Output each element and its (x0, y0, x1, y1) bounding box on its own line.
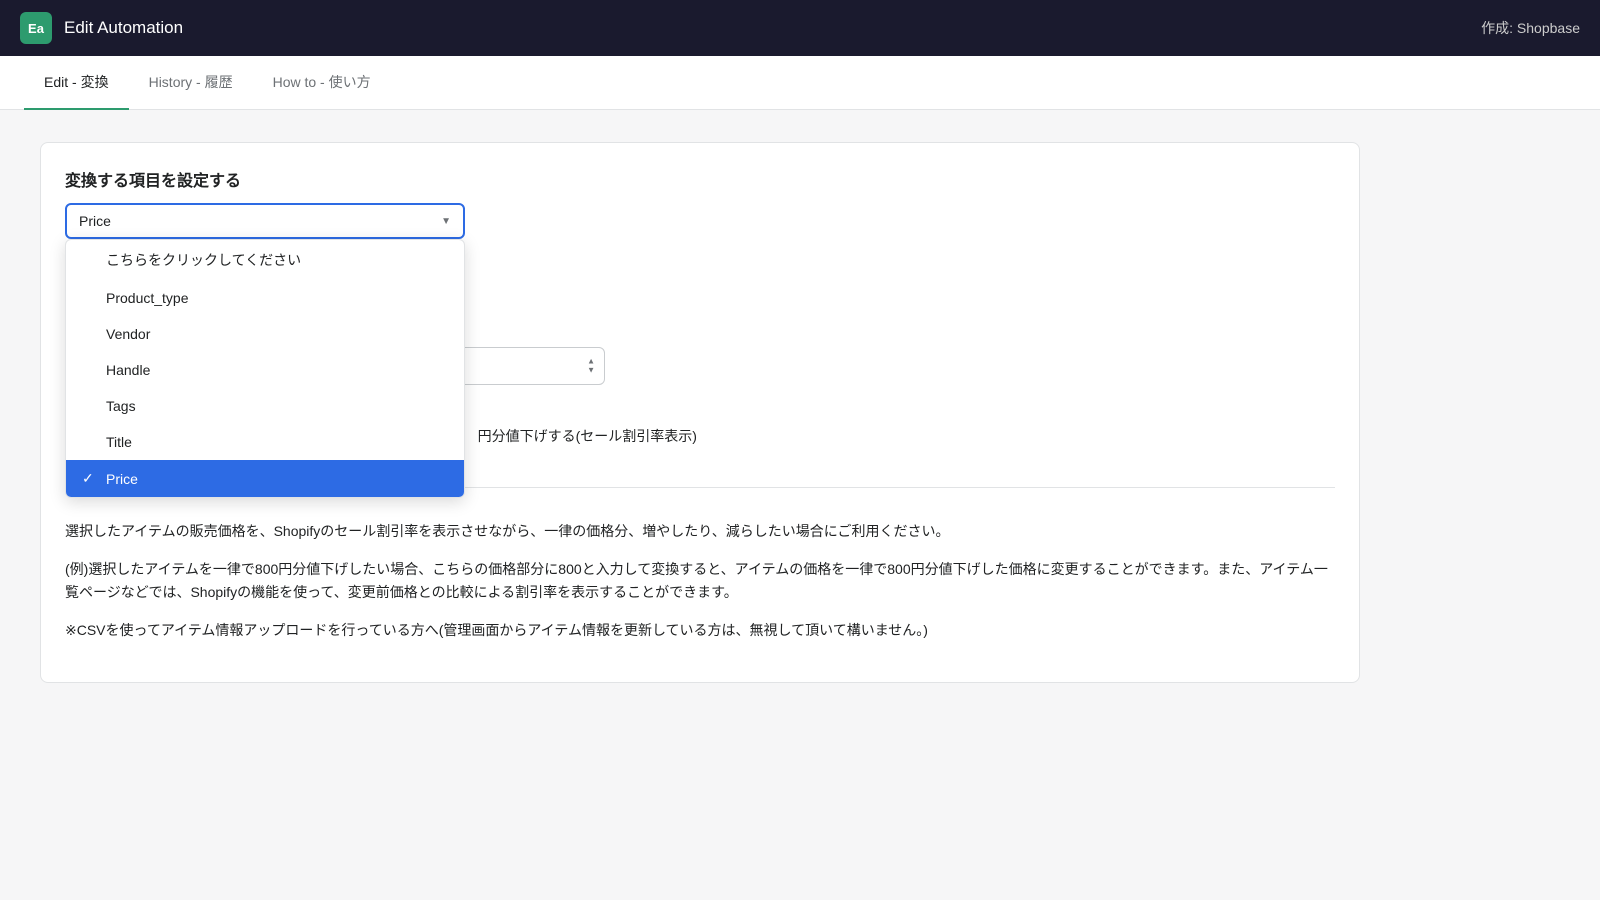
app-title: Edit Automation (64, 18, 183, 38)
tab-howto[interactable]: How to - 使い方 (253, 56, 391, 110)
chevron-down-icon: ▼ (441, 216, 451, 227)
price-suffix-text: 円分値下げする(セール割引率表示) (478, 426, 697, 446)
main-card: 変換する項目を設定する Price ▼ こちらをクリックしてください Produ… (40, 142, 1360, 683)
description-block: 選択したアイテムの販売価格を、Shopifyのセール割引率を表示させながら、一律… (65, 520, 1335, 642)
tab-edit[interactable]: Edit - 変換 (24, 56, 129, 110)
dropdown-option-product-type[interactable]: Product_type (66, 280, 464, 316)
dropdown-option-price[interactable]: ✓ Price (66, 460, 464, 497)
app-icon: Ea (20, 12, 52, 44)
description-paragraph-3: ※CSVを使ってアイテム情報アップロードを行っている方へ(管理画面からアイテム情… (65, 619, 1335, 641)
top-bar-left: Ea Edit Automation (20, 12, 183, 44)
main-content: 変換する項目を設定する Price ▼ こちらをクリックしてください Produ… (0, 110, 1400, 707)
dropdown-option-vendor[interactable]: Vendor (66, 316, 464, 352)
description-paragraph-2: (例)選択したアイテムを一律で800円分値下げしたい場合、こちらの価格部分に80… (65, 558, 1335, 603)
creator-label: 作成: Shopbase (1481, 18, 1580, 38)
field-dropdown-menu: こちらをクリックしてください Product_type Vendor Handl… (65, 239, 465, 498)
dropdown-option-tags[interactable]: Tags (66, 388, 464, 424)
description-paragraph-1: 選択したアイテムの販売価格を、Shopifyのセール割引率を表示させながら、一律… (65, 520, 1335, 542)
dropdown-option-placeholder[interactable]: こちらをクリックしてください (66, 240, 464, 280)
checkmark-price: ✓ (82, 470, 98, 487)
field-dropdown-trigger[interactable]: Price ▼ (65, 203, 465, 239)
dropdown-option-title[interactable]: Title (66, 424, 464, 460)
tab-bar: Edit - 変換 History - 履歴 How to - 使い方 (0, 56, 1600, 110)
field-section-label: 変換する項目を設定する (65, 167, 1335, 191)
field-dropdown-wrapper: Price ▼ こちらをクリックしてください Product_type Vend… (65, 203, 465, 239)
dropdown-option-handle[interactable]: Handle (66, 352, 464, 388)
tab-history[interactable]: History - 履歴 (129, 56, 253, 110)
dropdown-selected-value: Price (79, 213, 111, 229)
top-bar: Ea Edit Automation 作成: Shopbase (0, 0, 1600, 56)
